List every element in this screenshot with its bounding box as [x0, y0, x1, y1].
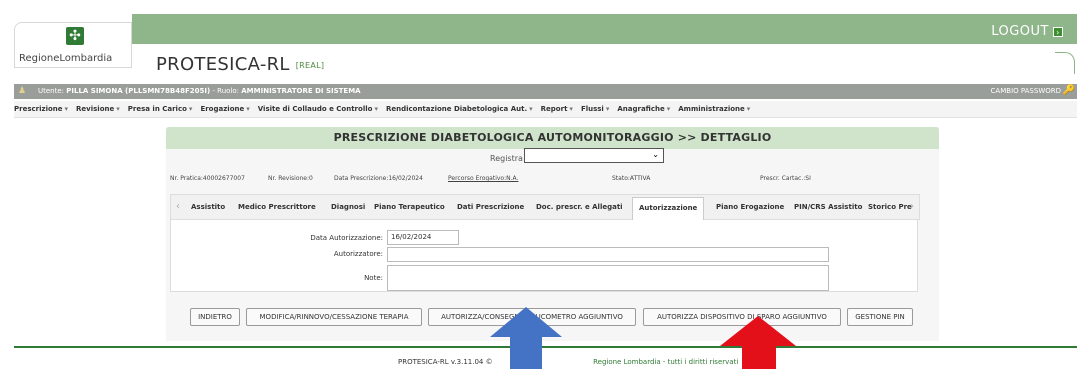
tab-piano-terapeutico[interactable]: Piano Terapeutico: [374, 203, 445, 211]
data-prescrizione: Data Prescrizione:16/02/2024: [334, 175, 423, 182]
chevron-down-icon: ▾: [605, 105, 610, 113]
chevron-left-icon[interactable]: ‹: [172, 201, 184, 212]
note-label: Note:: [364, 274, 383, 282]
tab-piano-erogazione[interactable]: Piano Erogazione: [716, 203, 784, 211]
menu-amministrazione[interactable]: Amministrazione ▾: [678, 105, 758, 113]
main-menu: Prescrizione ▾ Revisione ▾ Presa in Carico…: [14, 101, 1077, 118]
title-corner-decoration: [1055, 52, 1075, 74]
blue-annotation-arrow-icon: [490, 307, 562, 337]
region-logo[interactable]: ✣ RegioneLombardia: [14, 22, 132, 68]
menu-label: Presa in Carico: [127, 105, 187, 113]
tab-medico-prescrittore[interactable]: Medico Prescrittore: [238, 203, 316, 211]
chevron-right-icon[interactable]: ›: [906, 201, 918, 212]
tab-dati-prescrizione[interactable]: Dati Prescrizione: [457, 203, 524, 211]
logo-text: RegioneLombardia: [19, 53, 113, 64]
menu-label: Flussi: [580, 105, 604, 113]
page-title: PRESCRIZIONE DIABETOLOGICA AUTOMONITORAG…: [166, 127, 939, 149]
red-annotation-arrow-icon: [720, 316, 796, 346]
registra-label: Registra: [490, 154, 523, 163]
menu-label: Revisione: [76, 105, 115, 113]
env-tag: [REAL]: [295, 60, 325, 70]
menu-erogazione[interactable]: Erogazione ▾: [200, 105, 257, 113]
revisione-number: Nr. Revisione:0: [268, 175, 313, 182]
app-title-bar: PROTESICA-RL [REAL]: [146, 52, 1077, 75]
chevron-down-icon: ⌄: [652, 150, 659, 159]
chevron-down-icon: ▾: [116, 105, 120, 113]
pratica-number: Nr. Pratica:40002677007: [170, 175, 245, 182]
user-prefix: Utente:: [38, 87, 65, 95]
user-info: Utente: PILLA SIMONA (PLLSMN78B48F205I) …: [38, 87, 361, 95]
footer: PROTESICA-RL v.3.11.04 © Regione Lombard…: [14, 346, 1077, 369]
stato: Stato:ATTIVA: [612, 175, 651, 182]
tab-doc-prescr-allegati[interactable]: Doc. prescr. e Allegati: [536, 203, 623, 211]
prescr-cartac: Prescr. Cartac.:SI: [760, 175, 811, 182]
menu-label: Erogazione: [200, 105, 245, 113]
authorization-form: Data Autorizzazione: 16/02/2024 Autorizz…: [170, 220, 918, 292]
modifica-rinnovo-cessazione-button[interactable]: MODIFICA/RINNOVO/CESSAZIONE TERAPIA: [246, 308, 422, 326]
footer-rights: Regione Lombardia - tutti i diritti rise…: [593, 358, 739, 366]
menu-report[interactable]: Report ▾: [541, 105, 581, 113]
user-icon: ♟: [18, 86, 27, 96]
percorso-erogativo-link[interactable]: Percorso Erogativo:N.A.: [448, 175, 518, 182]
footer-version: PROTESICA-RL v.3.11.04: [398, 358, 484, 366]
note-textarea[interactable]: [387, 265, 829, 291]
menu-flussi[interactable]: Flussi ▾: [581, 105, 617, 113]
tab-autorizzazione[interactable]: Autorizzazione: [632, 197, 705, 221]
app-name: PROTESICA-RL: [156, 54, 290, 75]
menu-revisione[interactable]: Revisione ▾: [76, 105, 128, 113]
user-role: AMMINISTRATORE DI SISTEMA: [241, 87, 361, 95]
menu-label: Rendicontazione Diabetologica Aut.: [385, 105, 528, 113]
chevron-down-icon: ▾: [374, 105, 378, 113]
footer-text: PROTESICA-RL v.3.11.04 © Regione Lombard…: [398, 358, 738, 366]
menu-anagrafiche[interactable]: Anagrafiche ▾: [617, 105, 678, 113]
user-bar: ♟ Utente: PILLA SIMONA (PLLSMN78B48F205I…: [14, 84, 1077, 99]
indietro-button[interactable]: INDIETRO: [190, 308, 240, 326]
chevron-down-icon: ▾: [666, 105, 671, 113]
logout-label: LOGOUT: [991, 24, 1049, 39]
menu-label: Prescrizione: [14, 105, 63, 113]
autorizzatore-field[interactable]: [387, 247, 829, 262]
data-autorizzazione-field[interactable]: 16/02/2024: [387, 230, 459, 245]
menu-label: Visite di Collaudo e Controllo: [257, 105, 373, 113]
tab-diagnosi[interactable]: Diagnosi: [331, 203, 365, 211]
menu-label: Anagrafiche: [617, 105, 665, 113]
menu-visite[interactable]: Visite di Collaudo e Controllo ▾: [258, 105, 386, 113]
tab-strip: ‹ Assistito Medico Prescrittore Diagnosi…: [170, 194, 920, 221]
header-bar: [132, 14, 1077, 44]
menu-prescrizione[interactable]: Prescrizione ▾: [14, 105, 76, 113]
chevron-down-icon: ▾: [246, 105, 250, 113]
menu-label: Amministrazione: [678, 105, 745, 113]
tab-assistito[interactable]: Assistito: [191, 203, 225, 211]
change-password-link[interactable]: CAMBIO PASSWORD: [991, 87, 1061, 95]
menu-rendicontazione[interactable]: Rendicontazione Diabetologica Aut. ▾: [386, 105, 541, 113]
key-icon: 🔑: [1062, 85, 1075, 96]
rosa-camuna-icon: ✣: [66, 27, 84, 45]
red-annotation-arrow-shaft: [742, 345, 776, 369]
chevron-down-icon: ▾: [64, 105, 69, 113]
data-autorizzazione-label: Data Autorizzazione:: [310, 234, 383, 242]
menu-presa-in-carico[interactable]: Presa in Carico ▾: [128, 105, 201, 113]
menu-label: Report: [540, 105, 568, 113]
chevron-down-icon: ▾: [529, 105, 533, 113]
logout-arrow-icon: ›: [1053, 26, 1063, 37]
logout-button[interactable]: LOGOUT ›: [991, 24, 1063, 39]
tab-pin-crs-assistito[interactable]: PIN/CRS Assistito: [794, 203, 862, 211]
chevron-down-icon: ▾: [188, 105, 193, 113]
chevron-down-icon: ▾: [569, 105, 573, 113]
autorizzatore-label: Autorizzatore:: [333, 250, 383, 258]
blue-annotation-arrow-shaft: [510, 336, 542, 369]
top-strip: [0, 0, 1077, 14]
user-name: PILLA SIMONA (PLLSMN78B48F205I): [66, 87, 211, 95]
footer-copyright: ©: [485, 358, 493, 366]
role-label: - Ruolo:: [212, 87, 240, 95]
gestione-pin-button[interactable]: GESTIONE PIN: [847, 308, 913, 326]
practice-info: Nr. Pratica:40002677007 Nr. Revisione:0 …: [166, 170, 939, 186]
app-title: PROTESICA-RL [REAL]: [156, 54, 324, 75]
registra-select[interactable]: ⌄: [524, 148, 664, 163]
chevron-down-icon: ▾: [746, 105, 751, 113]
